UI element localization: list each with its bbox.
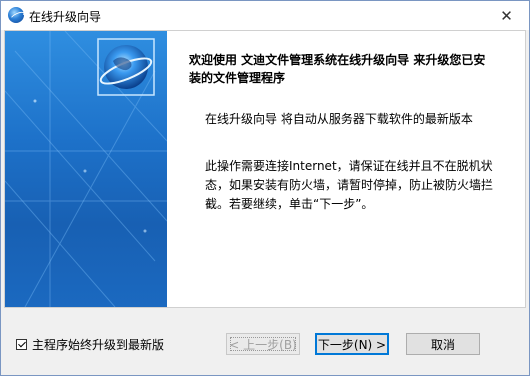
always-upgrade-checkbox-row[interactable]: 主程序始终升级到最新版 [16,336,164,353]
always-upgrade-checkbox[interactable] [16,339,27,350]
wizard-text-area: 欢迎使用 文迪文件管理系统在线升级向导 来升级您已安装的文件管理程序 在线升级向… [189,51,494,211]
title-bar[interactable]: 在线升级向导 ✕ [1,1,529,30]
welcome-heading: 欢迎使用 文迪文件管理系统在线升级向导 来升级您已安装的文件管理程序 [189,53,486,85]
info-paragraph: 在线升级向导 将自动从服务器下载软件的最新版本 [205,112,473,126]
instruction-paragraph: 此操作需要连接Internet，请保证在线并且不在脱机状态，如果安装有防火墙，请… [205,159,494,211]
wizard-footer: 主程序始终升级到最新版 < 上一步(B) 下一步(N) > 取消 [1,308,529,375]
cancel-button-label: 取消 [430,337,455,352]
window-title: 在线升级向导 [29,10,102,24]
next-button-label: 下一步(N) > [317,337,387,352]
back-button-focus [230,337,296,351]
next-button[interactable]: 下一步(N) > [315,333,389,355]
side-banner [5,31,167,307]
upgrade-wizard-window: 在线升级向导 ✕ 欢迎使用 文迪文件管理系统在线升级向导 来升级您已安装的文件管… [0,0,530,376]
banner-graphic [5,31,167,307]
always-upgrade-label[interactable]: 主程序始终升级到最新版 [32,336,164,353]
cancel-button[interactable]: 取消 [406,333,480,355]
back-button[interactable]: < 上一步(B) [226,333,300,355]
close-button[interactable]: ✕ [484,1,529,30]
globe-icon [8,7,24,23]
globe-logo-icon [99,45,153,89]
wizard-content: 欢迎使用 文迪文件管理系统在线升级向导 来升级您已安装的文件管理程序 在线升级向… [4,30,526,308]
